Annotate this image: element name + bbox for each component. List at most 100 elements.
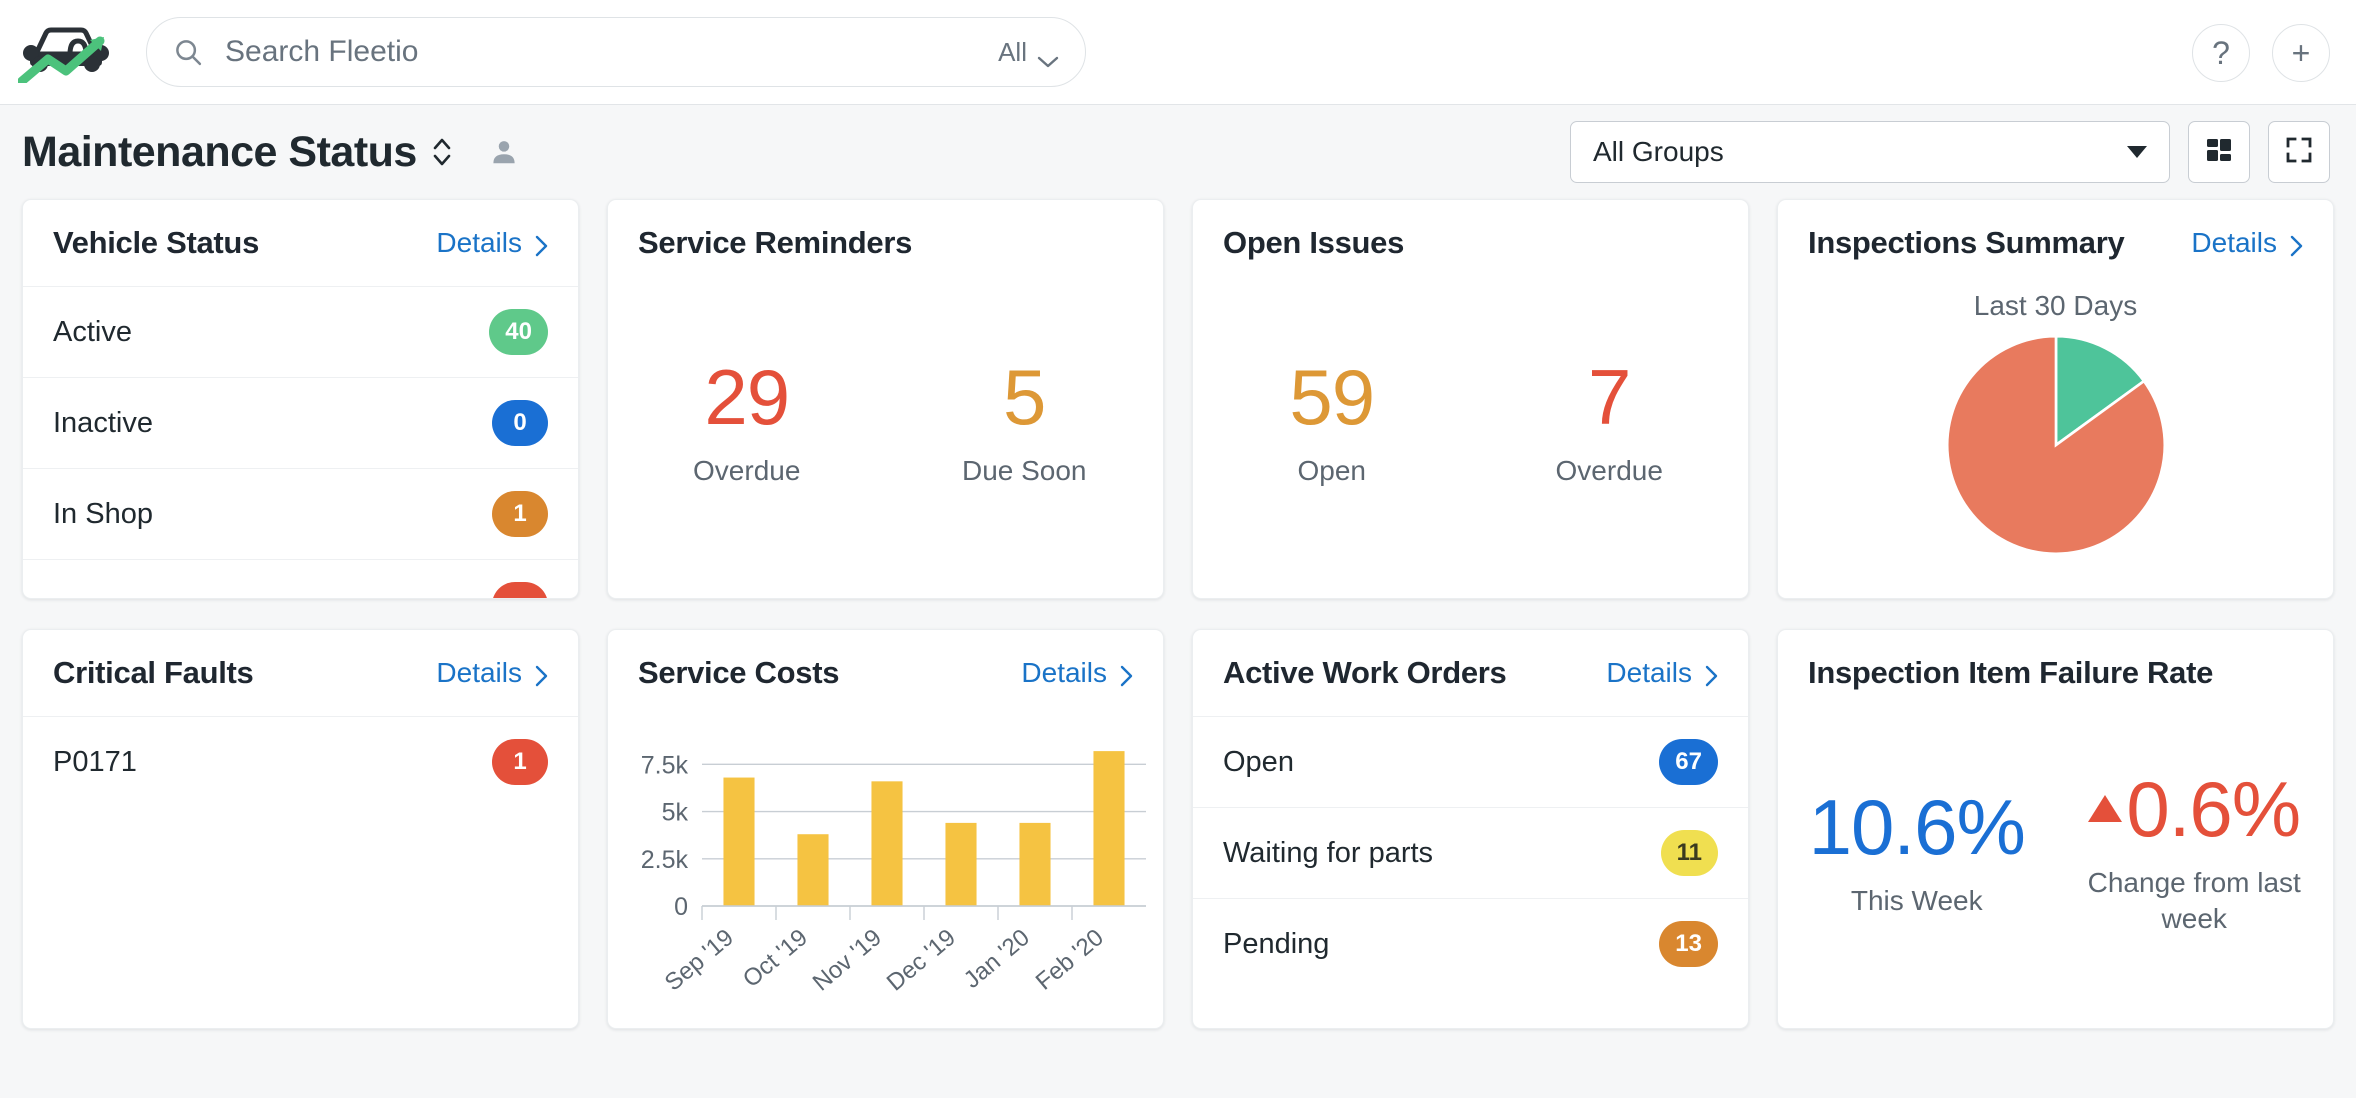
- details-label: Details: [1606, 657, 1692, 689]
- status-badge: 1: [492, 491, 548, 537]
- row-label: Pending: [1223, 928, 1329, 961]
- list-item[interactable]: In Shop 1: [23, 468, 578, 559]
- fleetio-car-logo-icon[interactable]: [14, 15, 114, 90]
- stat-label: Change from last week: [2067, 865, 2322, 937]
- trend-up-icon: [2088, 795, 2122, 822]
- critical-faults-list: P0171 1: [23, 716, 578, 807]
- bar[interactable]: [797, 834, 828, 906]
- card-title: Inspections Summary: [1808, 225, 2124, 261]
- bar[interactable]: [1093, 751, 1124, 906]
- row-label: Waiting for parts: [1223, 837, 1433, 870]
- row-label: Open: [1223, 746, 1294, 779]
- stat-this-week[interactable]: 10.6% This Week: [1789, 787, 2044, 919]
- card-header: Inspection Item Failure Rate: [1778, 630, 2333, 716]
- y-tick-label: 0: [674, 893, 688, 921]
- stat-change-from-last-week[interactable]: 0.6% Change from last week: [2067, 769, 2322, 937]
- list-item[interactable]: Active 40: [23, 286, 578, 377]
- status-badge: 13: [1659, 921, 1718, 967]
- chevron-down-icon: [1037, 45, 1059, 59]
- work-orders-list: Open 67 Waiting for parts 11 Pending 13: [1193, 716, 1748, 989]
- card-title: Open Issues: [1223, 225, 1404, 261]
- group-filter-value: All Groups: [1593, 136, 1724, 168]
- person-icon[interactable]: [489, 136, 519, 168]
- details-link-active-work-orders[interactable]: Details: [1606, 657, 1718, 689]
- card-title: Inspection Item Failure Rate: [1808, 655, 2213, 691]
- stat-label: Due Soon: [897, 453, 1152, 489]
- list-item[interactable]: P0171 1: [23, 716, 578, 807]
- stat-overdue[interactable]: 7 Overdue: [1482, 357, 1737, 489]
- card-title: Service Costs: [638, 655, 839, 691]
- x-tick-label: Sep '19: [660, 924, 739, 997]
- details-label: Details: [1021, 657, 1107, 689]
- chevron-right-icon: [1120, 662, 1133, 684]
- grid-layout-icon: [2204, 135, 2234, 170]
- pie-caption: Last 30 Days: [1974, 290, 2137, 322]
- vehicle-status-list: Active 40 Inactive 0 In Shop 1: [23, 286, 578, 599]
- details-link-service-costs[interactable]: Details: [1021, 657, 1133, 689]
- status-badge: 0: [492, 400, 548, 446]
- x-tick-label: Nov '19: [808, 924, 887, 997]
- status-badge: 11: [1661, 830, 1718, 876]
- row-label: In Shop: [53, 498, 153, 531]
- stat-label: Open: [1204, 453, 1459, 489]
- card-header: Service Reminders: [608, 200, 1163, 286]
- x-tick-label: Oct '19: [738, 924, 813, 993]
- row-label: P0171: [53, 746, 137, 779]
- bar[interactable]: [871, 781, 902, 906]
- chevron-right-icon: [2290, 232, 2303, 254]
- chevron-up-down-icon[interactable]: [431, 135, 453, 169]
- stat-due-soon[interactable]: 5 Due Soon: [897, 357, 1152, 489]
- status-badge: 67: [1659, 739, 1718, 785]
- x-tick-label: Dec '19: [882, 924, 961, 997]
- status-badge: [492, 582, 548, 599]
- status-badge: 40: [489, 309, 548, 355]
- details-link-inspections-summary[interactable]: Details: [2191, 227, 2303, 259]
- x-tick-label: Jan '20: [959, 924, 1035, 994]
- search-scope-label: All: [998, 37, 1027, 68]
- search-icon: [173, 37, 203, 67]
- x-tick-label: Feb '20: [1031, 924, 1109, 996]
- card-header: Critical Faults Details: [23, 630, 578, 716]
- stat-value: 29: [619, 357, 874, 439]
- help-icon: ?: [2212, 37, 2230, 69]
- row-label: Inactive: [53, 407, 153, 440]
- details-label: Details: [436, 657, 522, 689]
- list-item[interactable]: Inactive 0: [23, 377, 578, 468]
- search-input[interactable]: [225, 35, 984, 69]
- bar[interactable]: [945, 823, 976, 906]
- card-title: Vehicle Status: [53, 225, 259, 261]
- help-button[interactable]: ?: [2192, 24, 2250, 82]
- grid-layout-button[interactable]: [2188, 121, 2250, 183]
- bar[interactable]: [1019, 823, 1050, 906]
- page-title: Maintenance Status: [22, 128, 417, 177]
- details-link-critical-faults[interactable]: Details: [436, 657, 548, 689]
- dashboard-grid: Vehicle Status Details Active 40 Inactiv…: [0, 199, 2356, 1029]
- chevron-right-icon: [1705, 662, 1718, 684]
- open-issues-stats: 59 Open 7 Overdue: [1193, 286, 1748, 586]
- card-header: Open Issues: [1193, 200, 1748, 286]
- bar[interactable]: [723, 778, 754, 906]
- list-item[interactable]: Open 67: [1193, 716, 1748, 807]
- page-toolbar: Maintenance Status All Groups: [0, 105, 2356, 199]
- details-link-vehicle-status[interactable]: Details: [436, 227, 548, 259]
- add-button[interactable]: +: [2272, 24, 2330, 82]
- list-item[interactable]: Pending 13: [1193, 898, 1748, 989]
- card-title: Service Reminders: [638, 225, 912, 261]
- details-label: Details: [436, 227, 522, 259]
- toolbar-right-controls: All Groups: [1570, 105, 2330, 199]
- card-active-work-orders: Active Work Orders Details Open 67 Waiti…: [1192, 629, 1749, 1029]
- plus-icon: +: [2292, 37, 2311, 69]
- global-search-bar[interactable]: All: [146, 17, 1086, 87]
- stat-label: Overdue: [619, 453, 874, 489]
- inspections-pie-chart: Last 30 Days: [1778, 286, 2333, 556]
- search-scope-dropdown[interactable]: All: [984, 37, 1059, 68]
- fullscreen-button[interactable]: [2268, 121, 2330, 183]
- stat-overdue[interactable]: 29 Overdue: [619, 357, 874, 489]
- list-item[interactable]: Waiting for parts 11: [1193, 807, 1748, 898]
- stat-value-wrap: 0.6%: [2067, 769, 2322, 851]
- header-actions: ? +: [2192, 0, 2330, 105]
- group-filter-select[interactable]: All Groups: [1570, 121, 2170, 183]
- list-item-truncated[interactable]: [23, 559, 578, 599]
- stat-open[interactable]: 59 Open: [1204, 357, 1459, 489]
- card-vehicle-status: Vehicle Status Details Active 40 Inactiv…: [22, 199, 579, 599]
